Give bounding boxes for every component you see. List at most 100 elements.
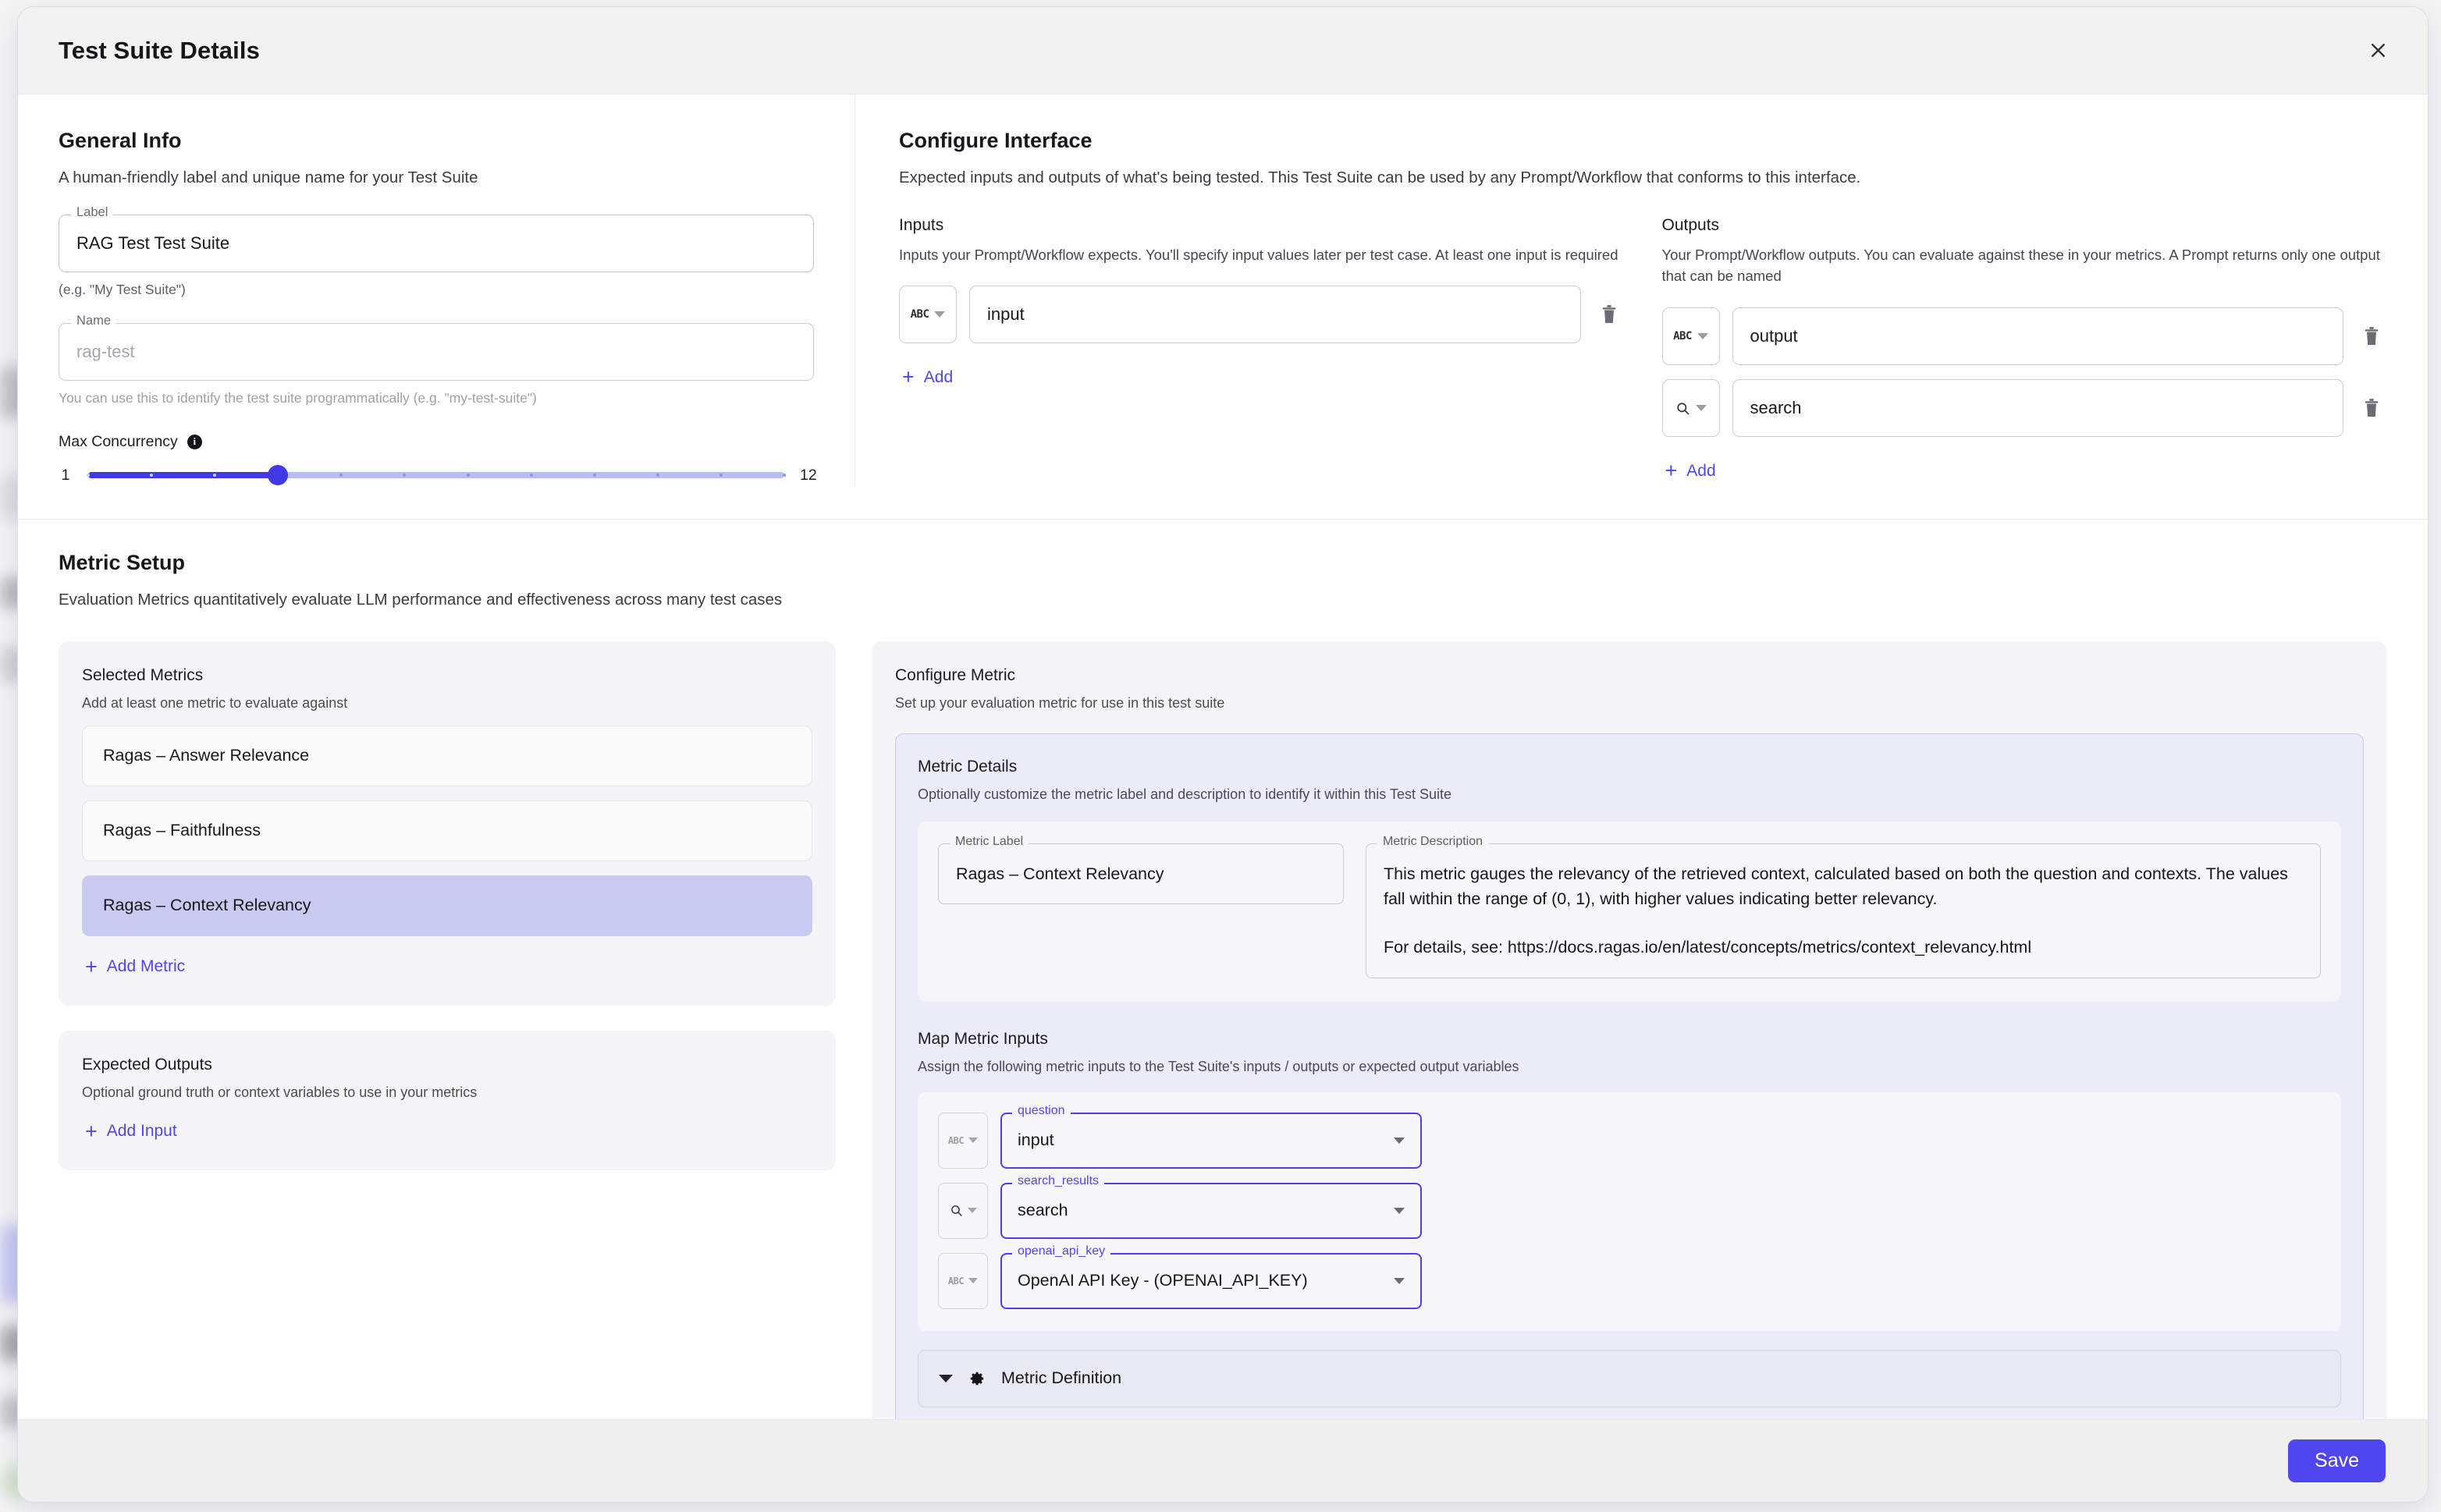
chevron-down-icon [1394, 1277, 1405, 1284]
slider-tick [592, 474, 596, 477]
chevron-down-icon [1697, 333, 1708, 340]
metric-panel: Metric Details Optionally customize the … [895, 733, 2364, 1419]
metric-description-field[interactable]: Metric Description This metric gauges th… [1366, 835, 2321, 978]
expected-outputs-card: Expected Outputs Optional ground truth o… [59, 1030, 836, 1170]
slider-tick [213, 474, 217, 477]
type-select[interactable]: ABC [938, 1252, 988, 1309]
expected-outputs-subtitle: Optional ground truth or context variabl… [82, 1084, 478, 1100]
type-select[interactable]: ABC [899, 286, 957, 344]
configure-interface-heading: Configure Interface [899, 129, 1093, 152]
label-field-value: RAG Test Test Suite [76, 232, 230, 253]
map-variable-value: input [1018, 1130, 1054, 1150]
chevron-down-icon [934, 311, 946, 318]
general-info-description: A human-friendly label and unique name f… [59, 169, 478, 186]
map-metric-row: ABC question input [938, 1104, 2321, 1169]
map-metric-row: search_resultssearch [938, 1174, 2321, 1239]
metric-label-field[interactable]: Metric Label Ragas – Context Relevancy [938, 835, 1344, 905]
label-field[interactable]: Label RAG Test Test Suite [59, 206, 814, 272]
name-field[interactable]: Name rag-test [59, 314, 814, 381]
name-field-helper: You can use this to identify the test su… [59, 389, 537, 406]
expected-outputs-title: Expected Outputs [82, 1055, 212, 1074]
map-variable-value: search [1018, 1201, 1068, 1220]
map-variable-legend: search_results [1012, 1174, 1105, 1187]
test-suite-details-dialog: Test Suite Details General Info A human-… [17, 6, 2429, 1503]
abc-icon: ABC [947, 1275, 965, 1287]
metric-list-item[interactable]: Ragas – Context Relevancy [82, 875, 812, 936]
max-concurrency-label: Max Concurrency [59, 432, 178, 450]
slider-tick [150, 474, 154, 477]
inputs-list: ABC input [899, 286, 1625, 344]
trash-icon[interactable] [2356, 326, 2387, 346]
chevron-down-icon [939, 1374, 953, 1382]
configure-metric-title: Configure Metric [895, 665, 1016, 684]
label-field-helper: (e.g. "My Test Suite") [59, 281, 186, 297]
page-title: Test Suite Details [59, 36, 260, 64]
metric-details-subtitle: Optionally customize the metric label an… [918, 786, 1451, 802]
metric-lists-column: Selected Metrics Add at least one metric… [59, 641, 836, 1170]
slider-thumb[interactable] [268, 465, 289, 486]
slider-tick [656, 474, 659, 477]
slider-tick [339, 474, 343, 477]
info-icon[interactable]: i [187, 434, 202, 449]
map-variable-select[interactable]: search_resultssearch [1000, 1174, 1422, 1239]
map-metric-inputs-title: Map Metric Inputs [918, 1029, 1048, 1048]
slider-tick [403, 474, 407, 477]
configure-interface-description: Expected inputs and outputs of what's be… [899, 169, 1861, 186]
io-row: search [1661, 379, 2388, 438]
trash-icon[interactable] [1594, 304, 1625, 325]
top-section: General Info A human-friendly label and … [18, 94, 2428, 487]
trash-icon[interactable] [2356, 398, 2387, 418]
configure-interface-section: Configure Interface Expected inputs and … [855, 94, 2428, 486]
map-metric-row: ABC openai_api_key OpenAI API Key - (OPENA… [938, 1244, 2321, 1309]
outputs-description: Your Prompt/Workflow outputs. You can ev… [1661, 246, 2380, 285]
add-expected-output-label: Add Input [106, 1122, 177, 1141]
type-select[interactable]: ABC [1661, 307, 1720, 366]
add-output-button[interactable]: + Add [1662, 456, 1719, 486]
map-variable-value: OpenAI API Key - (OPENAI_API_KEY) [1018, 1271, 1308, 1290]
selected-metrics-title: Selected Metrics [82, 665, 204, 684]
type-select[interactable] [938, 1182, 988, 1239]
plus-icon: + [85, 954, 98, 978]
selected-metrics-list: Ragas – Answer Relevance Ragas – Faithful… [82, 725, 812, 936]
map-variable-select[interactable]: question input [1000, 1104, 1422, 1169]
metric-label-value: Ragas – Context Relevancy [956, 864, 1164, 883]
abc-icon: ABC [1673, 330, 1692, 343]
chevron-down-icon [1695, 405, 1707, 412]
add-expected-output-button[interactable]: + Add Input [82, 1116, 180, 1147]
close-icon[interactable] [2361, 34, 2395, 68]
metric-list-item[interactable]: Ragas – Faithfulness [82, 800, 812, 861]
plus-icon: + [85, 1119, 98, 1143]
io-name-input[interactable]: output [1732, 307, 2343, 366]
search-icon [1675, 401, 1690, 416]
plus-icon: + [902, 365, 915, 389]
slider-tick [87, 474, 90, 477]
outputs-list: ABC output search [1661, 307, 2388, 438]
io-name-input[interactable]: search [1732, 379, 2343, 438]
max-concurrency-label-row: Max Concurrency i [59, 433, 814, 451]
metric-description-paragraph-2: For details, see: https://docs.ragas.io/… [1384, 938, 2032, 957]
slider-min-label: 1 [61, 466, 70, 484]
inputs-heading: Inputs [899, 215, 944, 234]
plus-icon: + [1665, 459, 1678, 483]
max-concurrency-control: Max Concurrency i 1 12 [59, 433, 817, 486]
configure-metric-card: Configure Metric Set up your evaluation … [872, 641, 2387, 1419]
metric-label-legend: Metric Label [950, 835, 1029, 848]
metric-list-item[interactable]: Ragas – Answer Relevance [82, 725, 812, 786]
type-select[interactable]: ABC [938, 1112, 988, 1169]
slider-tick [466, 474, 470, 477]
type-select[interactable] [1661, 379, 1720, 438]
selected-metrics-subtitle: Add at least one metric to evaluate agai… [82, 694, 348, 711]
configure-metric-column: Configure Metric Set up your evaluation … [872, 641, 2387, 1419]
abc-icon: ABC [947, 1134, 965, 1146]
metric-definition-row[interactable]: Metric Definition [918, 1349, 2341, 1407]
save-button[interactable]: Save [2288, 1439, 2386, 1482]
io-row: ABC input [899, 286, 1625, 344]
selected-metrics-card: Selected Metrics Add at least one metric… [59, 641, 836, 1006]
chevron-down-icon [1394, 1207, 1405, 1214]
chevron-down-icon [968, 1138, 979, 1144]
io-name-input[interactable]: input [969, 286, 1581, 344]
max-concurrency-slider[interactable] [87, 465, 786, 486]
add-metric-button[interactable]: + Add Metric [82, 952, 188, 982]
add-input-button[interactable]: + Add [899, 362, 956, 392]
map-variable-select[interactable]: openai_api_key OpenAI API Key - (OPENAI_A… [1000, 1244, 1422, 1309]
